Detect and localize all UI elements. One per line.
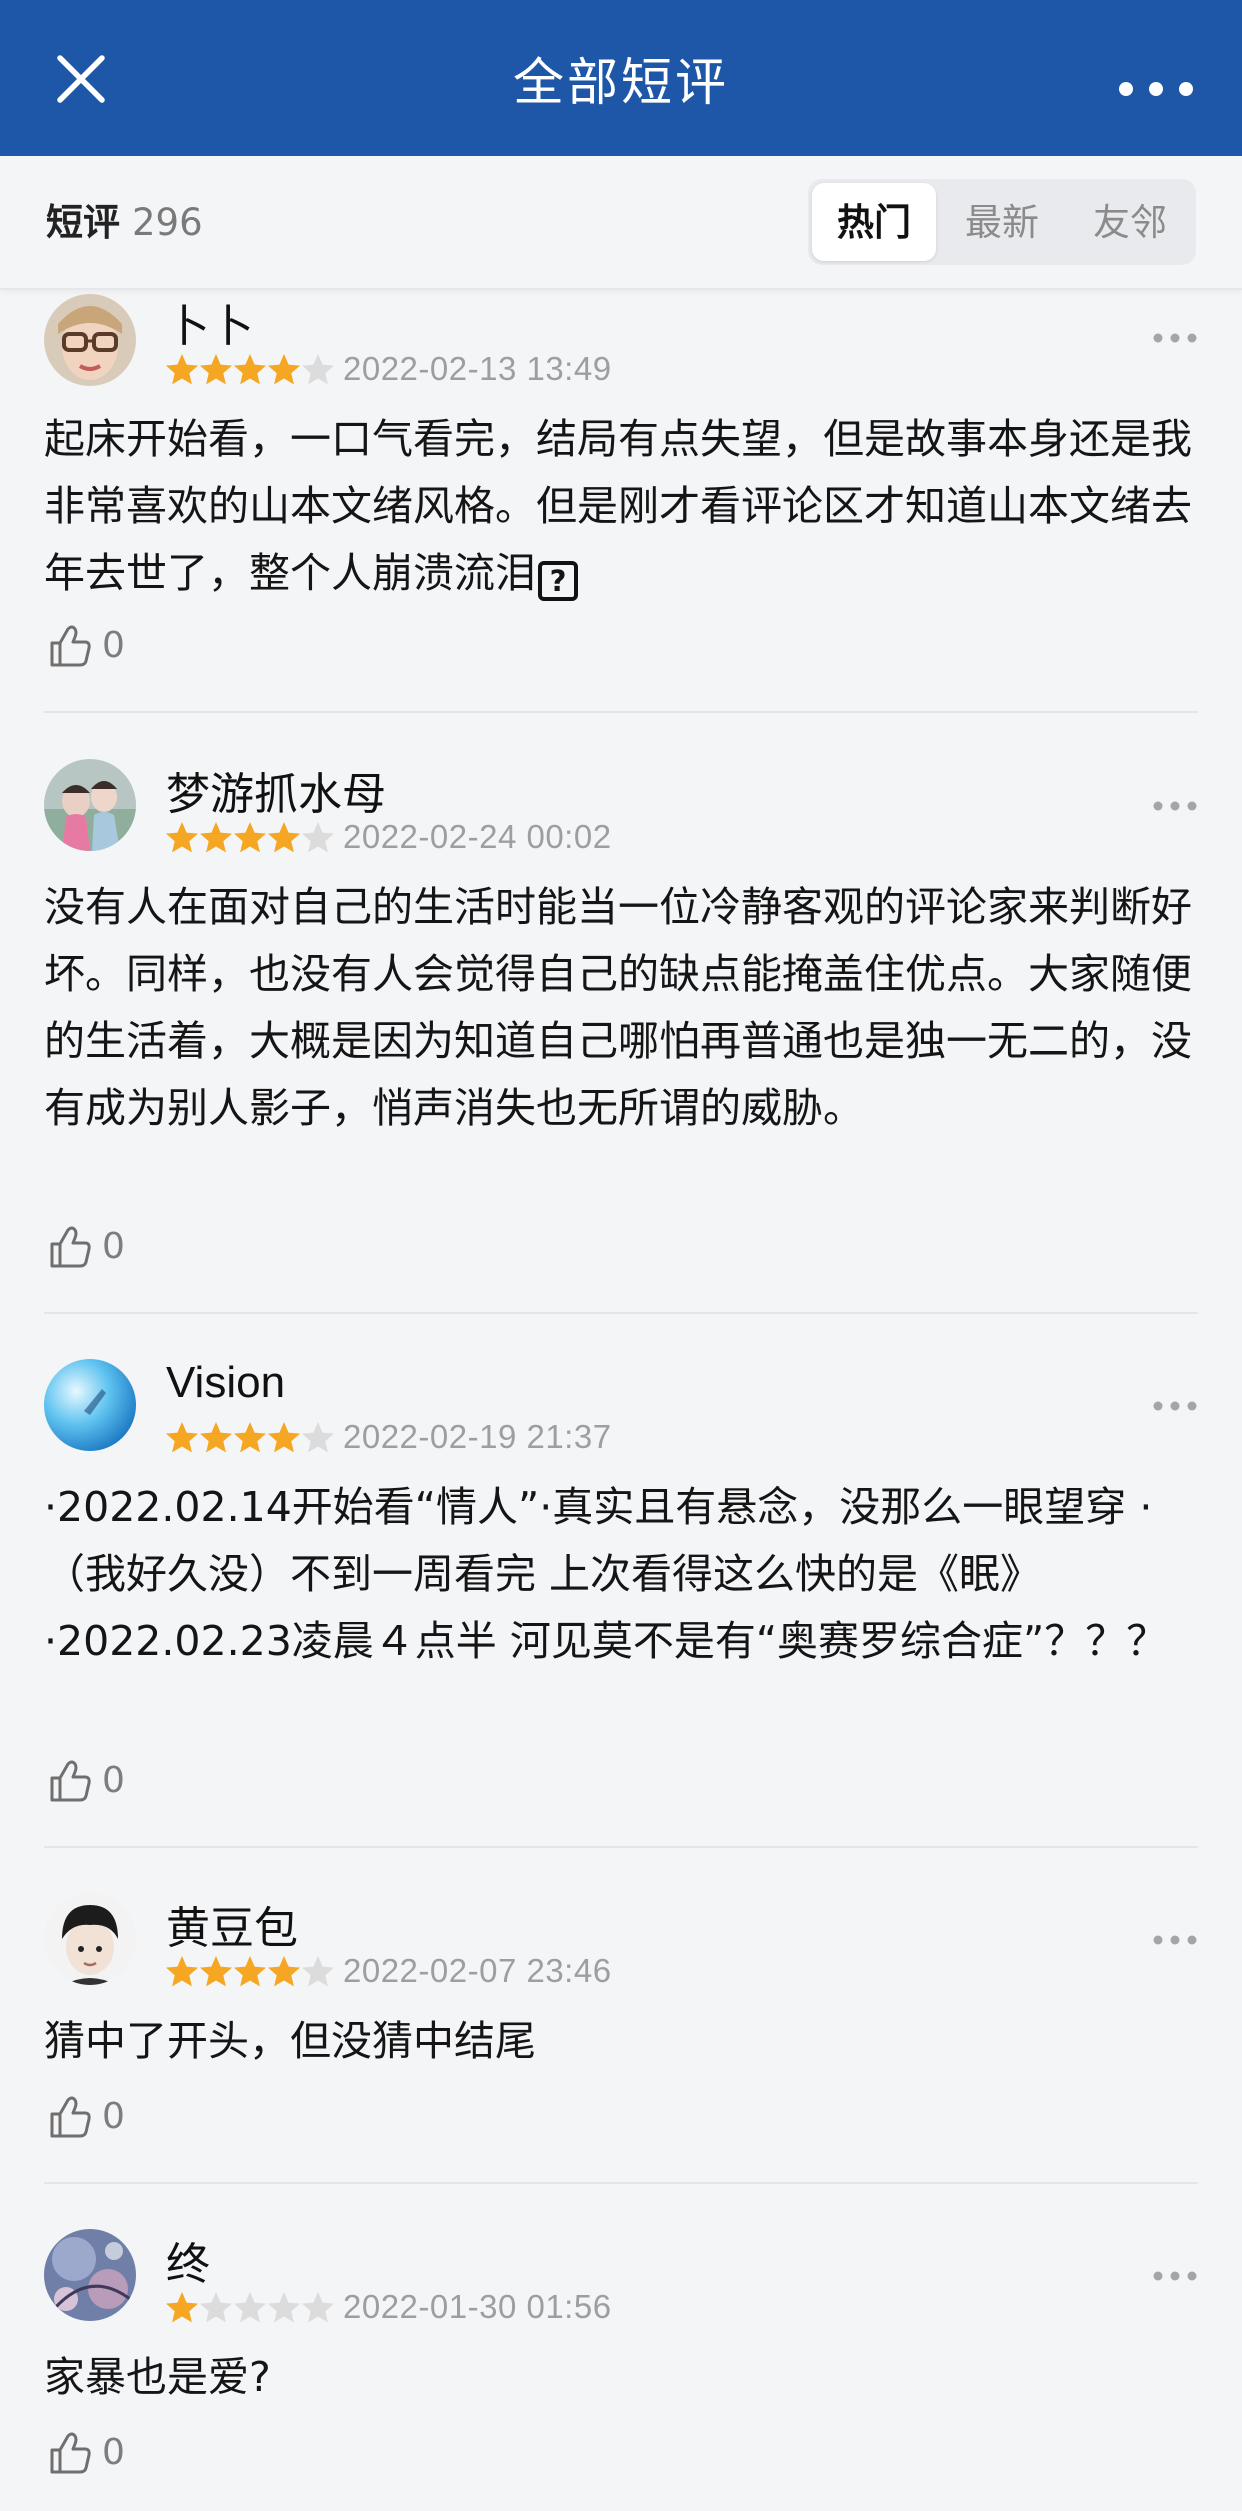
star-filled-icon <box>234 1422 266 1453</box>
star-filled-icon <box>234 822 266 853</box>
avatar[interactable] <box>44 1893 136 1985</box>
comment-date: 2022-02-24 00:02 <box>343 818 612 855</box>
review-count-number: 296 <box>132 201 203 244</box>
star-filled-icon <box>268 1956 300 1987</box>
review-count-label: 短评 <box>46 201 120 244</box>
comment-text: 家暴也是爱? <box>44 2353 271 2401</box>
star-filled-icon <box>200 1956 232 1987</box>
tab-latest[interactable]: 最新 <box>940 183 1064 261</box>
comment-item: Vision 2022-02-19 21:37 ·2022.02.14开始看“情… <box>0 1312 1242 1848</box>
thumbs-up-icon <box>50 1760 91 1802</box>
star-empty-icon <box>302 354 334 385</box>
review-count: 短评 296 <box>46 156 203 290</box>
like-count: 0 <box>102 2096 125 2137</box>
comment-text: 没有人在面对自己的生活时能当一位冷静客观的评论家来判断好坏。同样，也没有人会觉得… <box>44 883 1192 1132</box>
comment-item: 终 2022-01-30 01:56 家暴也是爱? 0 <box>0 2182 1242 2511</box>
comment-more-icon[interactable] <box>1152 1934 1198 1946</box>
star-filled-icon <box>234 1956 266 1987</box>
star-filled-icon <box>268 354 300 385</box>
more-horizontal-icon[interactable] <box>1114 66 1198 112</box>
comment-text: 猜中了开头，但没猜中结尾 <box>44 2017 536 2065</box>
star-empty-icon <box>302 822 334 853</box>
star-filled-icon <box>166 354 198 385</box>
star-empty-icon <box>268 2292 300 2323</box>
star-filled-icon <box>200 822 232 853</box>
star-empty-icon <box>200 2292 232 2323</box>
comment-more-icon[interactable] <box>1152 800 1198 812</box>
star-filled-icon <box>166 1956 198 1987</box>
top-nav-bar: 全部短评 <box>0 0 1242 156</box>
comment-item: 梦游抓水母 2022-02-24 00:02 没有人在面对自己的生活时能当一位冷… <box>0 712 1242 1314</box>
like-count: 0 <box>102 1226 125 1267</box>
avatar[interactable] <box>44 1359 136 1451</box>
tab-hot[interactable]: 热门 <box>812 183 936 261</box>
sort-segmented-control: 热门 最新 友邻 <box>808 179 1196 265</box>
comment-text: 起床开始看，一口气看完，结局有点失望，但是故事本身还是我非常喜欢的山本文绪风格。… <box>44 406 1204 607</box>
sort-bar: 短评 296 热门 最新 友邻 <box>0 156 1242 290</box>
comment-date: 2022-01-30 01:56 <box>343 2288 612 2325</box>
star-filled-icon <box>166 2292 198 2323</box>
username[interactable]: 终 <box>166 2228 210 2292</box>
thumbs-up-icon <box>50 2096 91 2138</box>
star-filled-icon <box>166 822 198 853</box>
thumbs-up-icon <box>50 625 91 667</box>
comment-date: 2022-02-19 21:37 <box>343 1418 612 1455</box>
star-filled-icon <box>166 1422 198 1453</box>
comment-date: 2022-02-13 13:49 <box>343 350 612 387</box>
star-filled-icon <box>200 1422 232 1453</box>
avatar[interactable] <box>44 2229 136 2321</box>
thumbs-up-icon <box>50 1226 91 1268</box>
star-empty-icon <box>302 1956 334 1987</box>
comment-text: ·2022.02.14开始看“情人”·真实且有悬念，没那么一眼望穿 ·（我好久没… <box>44 1483 1168 1665</box>
username[interactable]: 黄豆包 <box>166 1892 298 1956</box>
avatar[interactable] <box>44 759 136 851</box>
comment-more-icon[interactable] <box>1152 1400 1198 1412</box>
comment-text-body: 起床开始看，一口气看完，结局有点失望，但是故事本身还是我非常喜欢的山本文绪风格。… <box>44 415 1192 597</box>
like-count: 0 <box>102 1760 125 1801</box>
thumbs-up-icon <box>50 2432 91 2474</box>
like-count: 0 <box>102 625 125 666</box>
comment-more-icon[interactable] <box>1152 2270 1198 2282</box>
username[interactable]: 卜卜 <box>166 290 254 354</box>
username[interactable]: 梦游抓水母 <box>166 758 386 822</box>
star-filled-icon <box>200 354 232 385</box>
avatar[interactable] <box>44 294 136 386</box>
star-empty-icon <box>302 1422 334 1453</box>
star-empty-icon <box>234 2292 266 2323</box>
star-filled-icon <box>268 1422 300 1453</box>
comment-more-icon[interactable] <box>1152 332 1198 344</box>
comment-item: 黄豆包 2022-02-07 23:46 猜中了开头，但没猜中结尾 0 <box>0 1846 1242 2184</box>
comment-date: 2022-02-07 23:46 <box>343 1952 612 1989</box>
username[interactable]: Vision <box>166 1358 285 1408</box>
star-filled-icon <box>268 822 300 853</box>
star-filled-icon <box>234 354 266 385</box>
unknown-emoji-icon: ? <box>538 561 578 601</box>
like-count: 0 <box>102 2432 125 2473</box>
tab-friends[interactable]: 友邻 <box>1068 183 1192 261</box>
star-empty-icon <box>302 2292 334 2323</box>
page-title: 全部短评 <box>512 54 729 113</box>
comment-item: 卜卜 2022-02-13 13:49 起床开始看，一口气看完，结局有点失望，但… <box>0 290 1242 713</box>
